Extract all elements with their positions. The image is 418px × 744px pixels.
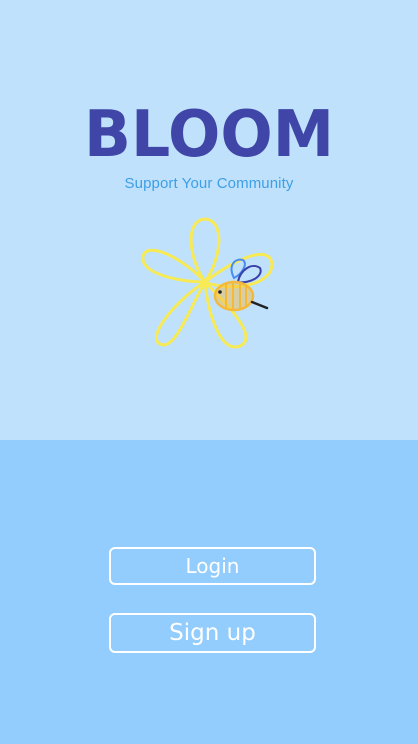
hero-panel: BLOOM Support Your Community [0, 0, 418, 440]
actions-panel [0, 440, 418, 744]
flower-icon [141, 217, 274, 349]
login-button[interactable]: Login [109, 547, 316, 585]
signup-button[interactable]: Sign up [109, 613, 316, 653]
welcome-screen: BLOOM Support Your Community Login Sign … [0, 0, 418, 744]
flower-with-bee-icon [141, 217, 274, 349]
bloom-logo: BLOOM [84, 100, 334, 166]
tagline: Support Your Community [124, 175, 294, 192]
bee-icon [213, 258, 269, 312]
bloom-logo-text: BLOOM [84, 100, 334, 166]
